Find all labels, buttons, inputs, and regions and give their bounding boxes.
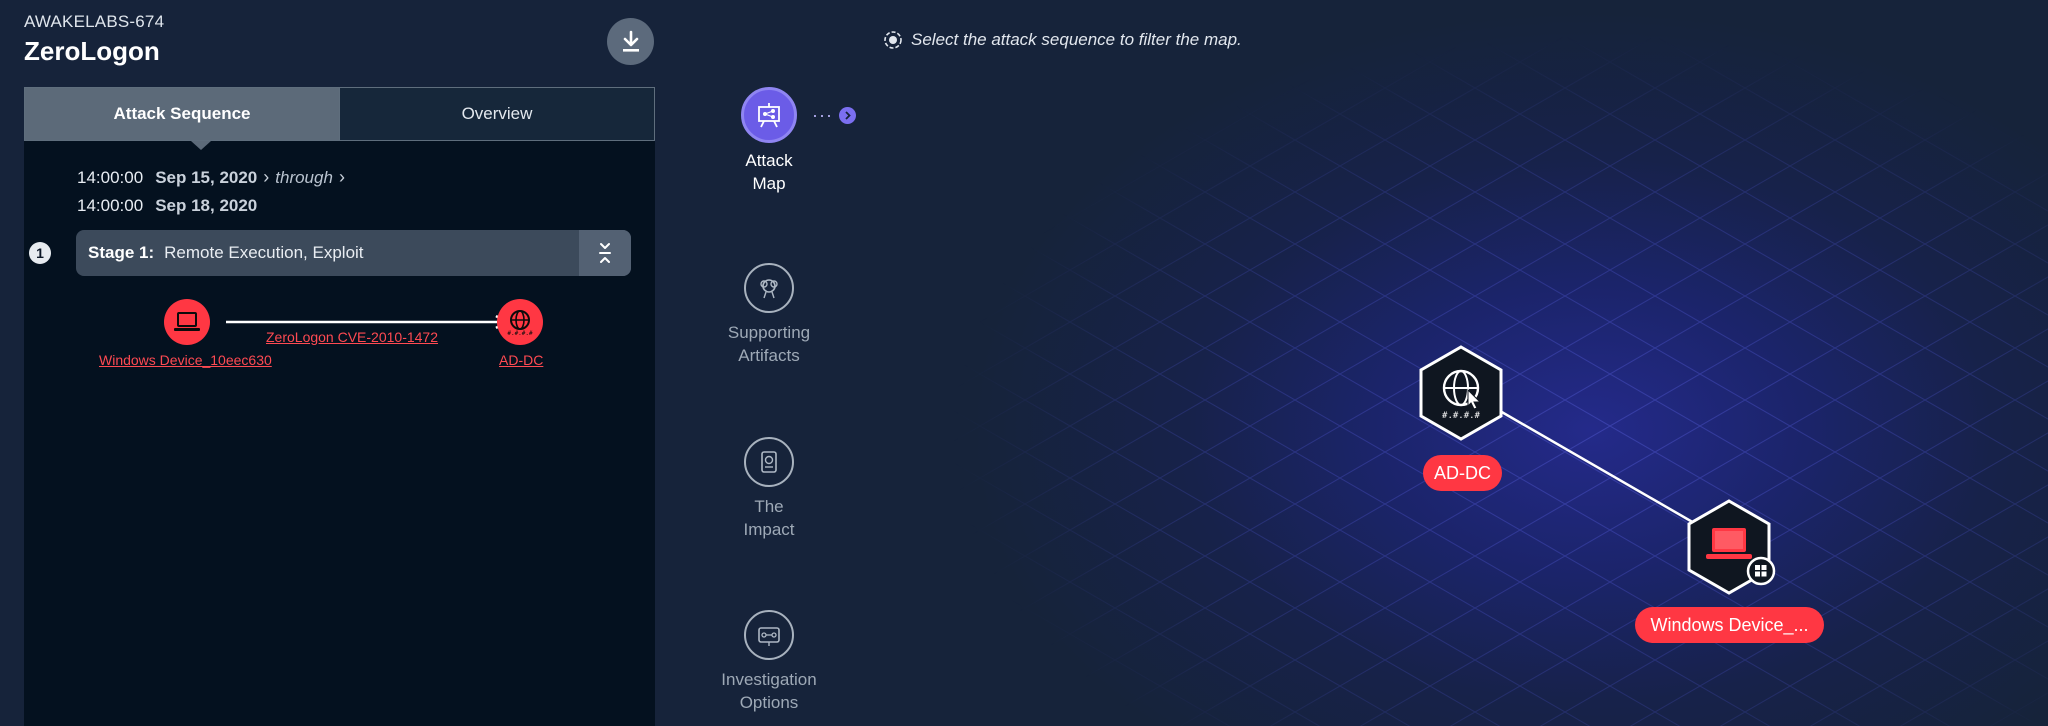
- rail-item-attack-map[interactable]: Attack Map: [699, 87, 839, 195]
- tab-overview[interactable]: Overview: [339, 88, 654, 140]
- stage-bar[interactable]: Stage 1: Remote Execution, Exploit: [76, 230, 631, 276]
- edge-link[interactable]: ZeroLogon CVE-2010-1472: [266, 329, 438, 345]
- map-node-ad-dc[interactable]: #.#.#.#: [1418, 344, 1504, 447]
- rail-label-investigation-options: Investigation Options: [721, 670, 817, 712]
- through-label: through: [275, 168, 333, 187]
- laptop-icon: [174, 312, 200, 331]
- start-date: Sep 15, 2020: [155, 168, 258, 187]
- download-icon: [622, 30, 639, 52]
- download-button[interactable]: [607, 18, 654, 65]
- rail-item-supporting-artifacts[interactable]: Supporting Artifacts: [699, 263, 839, 367]
- end-date: Sep 18, 2020: [155, 196, 258, 215]
- stage-label: Stage 1:: [88, 243, 155, 262]
- target-server-node[interactable]: #.#.#.#: [497, 299, 543, 345]
- attack-map-icon: [741, 87, 797, 143]
- map-label-windows-device[interactable]: Windows Device_...: [1635, 607, 1824, 643]
- windows-badge: [1746, 556, 1776, 586]
- stage-description: Remote Execution, Exploit: [164, 243, 364, 262]
- stage-number-badge: 1: [29, 242, 51, 264]
- rail-label-the-impact: The Impact: [743, 497, 795, 539]
- svg-text:#.#.#.#: #.#.#.#: [507, 330, 533, 336]
- impact-icon: [744, 437, 794, 487]
- tab-attack-sequence[interactable]: Attack Sequence: [25, 88, 339, 140]
- sequence-arrow: [226, 315, 509, 329]
- globe-icon: #.#.#.#: [507, 310, 533, 336]
- target-server-link[interactable]: AD-DC: [499, 352, 543, 368]
- map-hint: Select the attack sequence to filter the…: [883, 30, 1242, 50]
- map-hint-text: Select the attack sequence to filter the…: [911, 30, 1242, 49]
- page-title: ZeroLogon: [24, 36, 160, 66]
- chevron-right-icon[interactable]: ›: [339, 167, 345, 187]
- hexagon-server-node: #.#.#.#: [1419, 345, 1503, 441]
- ellipsis-icon: ···: [812, 105, 833, 125]
- timeline-end: 14:00:00 Sep 18, 2020: [77, 196, 257, 216]
- collapse-stage-button[interactable]: [579, 230, 631, 276]
- attack-sequence-panel: Attack Sequence Overview 14:00:00 Sep 15,…: [24, 87, 655, 726]
- rail-label-attack-map: Attack Map: [745, 151, 793, 193]
- target-icon: [884, 31, 902, 49]
- source-device-node[interactable]: [164, 299, 210, 345]
- case-id: AWAKELABS-674: [24, 12, 165, 31]
- rail-more: ···: [812, 105, 856, 126]
- hexagon-device-node: [1687, 499, 1776, 595]
- investigation-icon: [744, 610, 794, 660]
- artifacts-icon: [744, 263, 794, 313]
- svg-text:#.#.#.#: #.#.#.#: [1442, 411, 1481, 421]
- app-root: AWAKELABS-674 ZeroLogon Attack Sequence …: [0, 0, 2048, 726]
- end-time: 14:00:00: [77, 196, 144, 215]
- rail-label-supporting-artifacts: Supporting Artifacts: [727, 323, 811, 365]
- tab-bar: Attack Sequence Overview: [24, 87, 655, 141]
- rail-item-the-impact[interactable]: The Impact: [699, 437, 839, 541]
- source-device-link[interactable]: Windows Device_10eec630: [99, 352, 272, 368]
- collapse-icon: [599, 243, 611, 263]
- laptop-icon: [1706, 528, 1752, 559]
- timeline-start: 14:00:00 Sep 15, 2020 › through ›: [77, 167, 351, 188]
- active-tab-indicator: [191, 141, 211, 150]
- start-time: 14:00:00: [77, 168, 144, 187]
- chevron-right-icon[interactable]: ›: [263, 167, 269, 187]
- chevron-right-icon[interactable]: [838, 107, 856, 124]
- map-label-ad-dc[interactable]: AD-DC: [1423, 455, 1502, 491]
- map-node-windows-device[interactable]: [1686, 498, 1776, 603]
- rail-item-investigation-options[interactable]: Investigation Options: [699, 610, 839, 714]
